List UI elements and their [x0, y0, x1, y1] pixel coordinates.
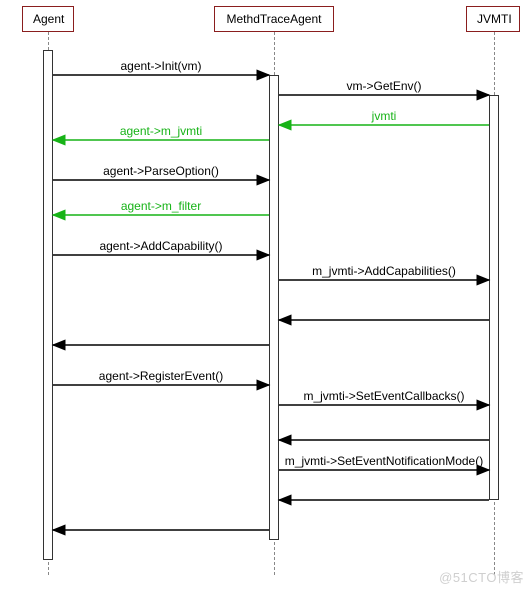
message-label: agent->ParseOption()	[53, 164, 269, 178]
message-label: agent->RegisterEvent()	[53, 369, 269, 383]
participant-mta: MethdTraceAgent	[214, 6, 334, 32]
participant-agent-label: Agent	[33, 12, 64, 26]
participant-jvmti: JVMTI	[466, 6, 520, 32]
message-label: agent->Init(vm)	[53, 59, 269, 73]
message-label: agent->m_filter	[53, 199, 269, 213]
participant-mta-label: MethdTraceAgent	[227, 12, 322, 26]
activation-mta	[269, 75, 279, 540]
message-label: vm->GetEnv()	[279, 79, 489, 93]
activation-agent	[43, 50, 53, 560]
message-label: agent->m_jvmti	[53, 124, 269, 138]
message-label: jvmti	[279, 109, 489, 123]
activation-jvmti	[489, 95, 499, 500]
message-label: m_jvmti->SetEventNotificationMode()	[279, 454, 489, 468]
message-label: m_jvmti->AddCapabilities()	[279, 264, 489, 278]
participant-jvmti-label: JVMTI	[477, 12, 512, 26]
participant-agent: Agent	[22, 6, 74, 32]
message-label: agent->AddCapability()	[53, 239, 269, 253]
message-label: m_jvmti->SetEventCallbacks()	[279, 389, 489, 403]
watermark: @51CTO博客	[439, 567, 524, 586]
